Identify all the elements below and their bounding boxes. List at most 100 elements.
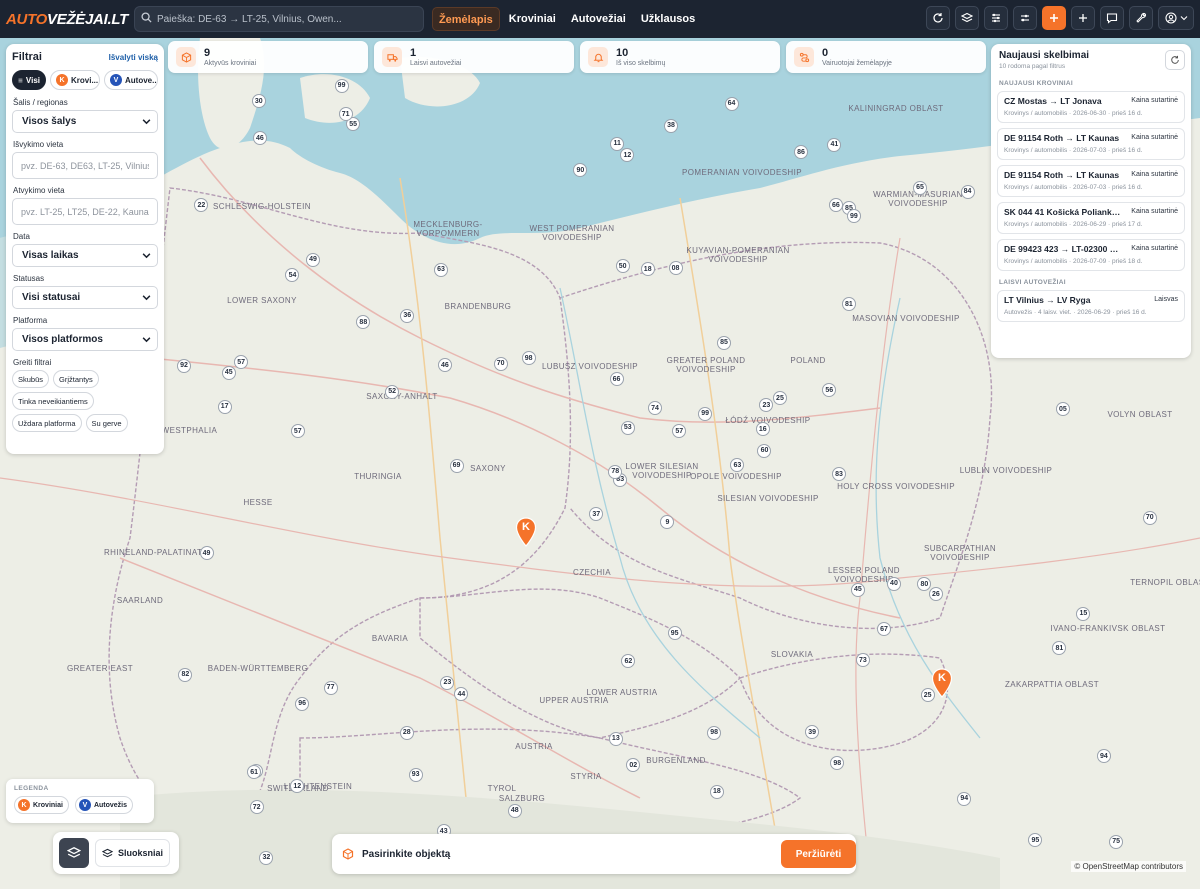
map-cluster-marker[interactable]: 92 xyxy=(177,358,191,373)
map-cluster-marker[interactable]: 81 xyxy=(841,297,856,312)
listing-card[interactable]: DE 99423 423 → LT-02300 Vilnius Kaina su… xyxy=(997,239,1185,271)
map-cluster-marker[interactable]: 66 xyxy=(828,198,843,213)
map-cluster-marker[interactable]: 70 xyxy=(493,356,508,371)
map-cluster-marker[interactable]: 77 xyxy=(323,680,338,695)
account-menu-button[interactable] xyxy=(1158,6,1194,30)
map-cluster-marker[interactable]: 45 xyxy=(221,365,236,380)
map-cluster-marker[interactable]: 66 xyxy=(609,372,624,387)
map-cluster-marker[interactable]: 32 xyxy=(259,850,274,865)
refresh-button[interactable] xyxy=(926,6,950,30)
settings-sliders-button[interactable] xyxy=(1013,6,1037,30)
cargo-pin-icon[interactable]: K xyxy=(515,517,537,547)
map-cluster-marker[interactable]: 63 xyxy=(434,262,449,277)
map-cluster-marker[interactable]: 18 xyxy=(640,262,655,277)
listing-route: DE 91154 Roth → LT Kaunas xyxy=(1004,133,1120,143)
logo[interactable]: AUTOVEŽĖJAI.LT xyxy=(6,11,128,28)
map-cluster-marker[interactable]: 83 xyxy=(832,467,846,482)
listing-card[interactable]: DE 91154 Roth → LT Kaunas Kaina sutartin… xyxy=(997,165,1185,197)
map-cluster-marker[interactable]: 49 xyxy=(306,252,320,267)
messages-button[interactable] xyxy=(1100,6,1124,30)
map-cluster-marker[interactable]: 98 xyxy=(521,351,536,366)
map-cluster-marker[interactable]: 75 xyxy=(1109,834,1124,849)
map-cluster-marker[interactable]: 64 xyxy=(724,96,739,111)
map-cluster-marker[interactable]: 84 xyxy=(960,184,975,199)
refresh-listings-button[interactable] xyxy=(1165,50,1185,70)
carrier-card[interactable]: LT Vilnius → LV Ryga Laisvas Autovežis ·… xyxy=(997,290,1185,322)
delivery-input[interactable] xyxy=(12,198,158,225)
stat-free-carriers[interactable]: 1 Laisvi autovežiai xyxy=(374,41,574,73)
layers-icon-button[interactable] xyxy=(59,838,89,868)
map-cluster-marker[interactable]: 50 xyxy=(615,259,630,274)
osm-attribution-link[interactable]: © OpenStreetMap contributors xyxy=(1074,862,1183,871)
pickup-input[interactable] xyxy=(12,152,158,179)
tab-map[interactable]: Žemėlapis xyxy=(431,7,500,31)
date-select[interactable]: Visas laikas xyxy=(12,244,158,267)
view-button[interactable]: Peržiūrėti xyxy=(781,840,856,868)
add-button[interactable] xyxy=(1071,6,1095,30)
cargo-pin-icon[interactable]: K xyxy=(931,668,953,698)
map-cluster-marker[interactable]: 96 xyxy=(295,696,310,711)
map-cluster-marker[interactable]: 16 xyxy=(755,422,770,437)
tab-carriers[interactable]: Autovežiai xyxy=(565,7,632,31)
map-cluster-marker[interactable]: 70 xyxy=(1142,510,1157,525)
listing-card[interactable]: SK 044 41 Košická Polianka → LT Kaunas K… xyxy=(997,202,1185,234)
map-cluster-marker[interactable]: 38 xyxy=(664,118,679,133)
search-input[interactable] xyxy=(156,13,407,25)
route-icon xyxy=(794,47,814,67)
platform-select[interactable]: Visos platformos xyxy=(12,328,158,351)
map-cluster-marker[interactable]: 13 xyxy=(608,731,623,746)
toggle-all[interactable]: Visi xyxy=(12,70,46,90)
filter-sliders-button[interactable] xyxy=(984,6,1008,30)
map-cluster-marker[interactable]: 78 xyxy=(608,464,623,479)
pin-label: K xyxy=(522,521,530,533)
toggle-carriers[interactable]: V Autove... xyxy=(104,70,158,90)
map-cluster-marker[interactable]: 98 xyxy=(707,725,722,740)
chip-crane[interactable]: Su gerve xyxy=(85,414,128,432)
chip-returning[interactable]: Grįžtantys xyxy=(53,370,99,388)
map-cluster-marker[interactable]: 17 xyxy=(217,399,232,414)
tab-cargo[interactable]: Kroviniai xyxy=(503,7,562,31)
map-cluster-marker[interactable]: 65 xyxy=(913,180,928,195)
tools-button[interactable] xyxy=(1129,6,1153,30)
stat-drivers-on-map[interactable]: 0 Vairuotojai žemėlapyje xyxy=(786,41,986,73)
map-cluster-marker[interactable]: 11 xyxy=(610,136,625,151)
chat-icon xyxy=(1106,13,1118,24)
map-cluster-marker[interactable]: 49 xyxy=(199,546,214,561)
map-cluster-marker[interactable]: 48 xyxy=(507,803,522,818)
layers-button[interactable]: Sluoksniai xyxy=(95,839,171,867)
map-cluster-marker[interactable]: 40 xyxy=(886,576,901,591)
map-cluster-marker[interactable]: 95 xyxy=(667,626,682,641)
toggle-cargo[interactable]: K Krovi... xyxy=(50,70,100,90)
map-cluster-marker[interactable]: 26 xyxy=(928,587,943,602)
map-cluster-marker[interactable]: 73 xyxy=(855,653,870,668)
stat-total-listings[interactable]: 10 Iš viso skelbimų xyxy=(580,41,780,73)
map-cluster-marker[interactable]: 53 xyxy=(620,420,635,435)
status-select[interactable]: Visi statusai xyxy=(12,286,158,309)
map-cluster-marker[interactable]: 45 xyxy=(850,582,865,597)
map-cluster-marker[interactable]: 99 xyxy=(334,78,349,93)
map-cluster-marker[interactable]: 69 xyxy=(449,458,464,473)
map-cluster-marker[interactable]: 93 xyxy=(408,767,423,782)
layers-icon xyxy=(67,847,81,858)
map-cluster-marker[interactable]: 94 xyxy=(957,791,972,806)
chip-enclosed[interactable]: Uždara platforma xyxy=(12,414,82,432)
add-new-button[interactable] xyxy=(1042,6,1066,30)
map-cluster-marker[interactable]: 28 xyxy=(399,725,414,740)
chip-urgent[interactable]: Skubūs xyxy=(12,370,50,388)
country-select[interactable]: Visos šalys xyxy=(12,110,158,133)
chevron-down-icon xyxy=(142,295,151,301)
listing-card[interactable]: DE 91154 Roth → LT Kaunas Kaina sutartin… xyxy=(997,128,1185,160)
map-region-label: MECKLENBURG-VORPOMMERN xyxy=(413,220,483,238)
chip-non-running[interactable]: Tinka neveikiantiems xyxy=(12,392,94,410)
stat-active-cargo[interactable]: 9 Aktyvūs kroviniai xyxy=(168,41,368,73)
map-cluster-marker[interactable]: 85 xyxy=(717,335,732,350)
clear-all-link[interactable]: Išvalyti viską xyxy=(109,53,158,62)
tab-requests[interactable]: Užklausos xyxy=(635,7,701,31)
listing-card[interactable]: CZ Mostas → LT Jonava Kaina sutartinė Kr… xyxy=(997,91,1185,123)
layers-toggle-button[interactable] xyxy=(955,6,979,30)
map-cluster-marker[interactable]: 99 xyxy=(698,406,713,421)
map-cluster-marker[interactable]: 71 xyxy=(338,107,353,122)
map-cluster-marker[interactable]: 94 xyxy=(1096,749,1111,764)
map-cluster-marker[interactable]: 18 xyxy=(709,784,724,799)
map-cluster-marker[interactable]: 08 xyxy=(668,261,683,276)
